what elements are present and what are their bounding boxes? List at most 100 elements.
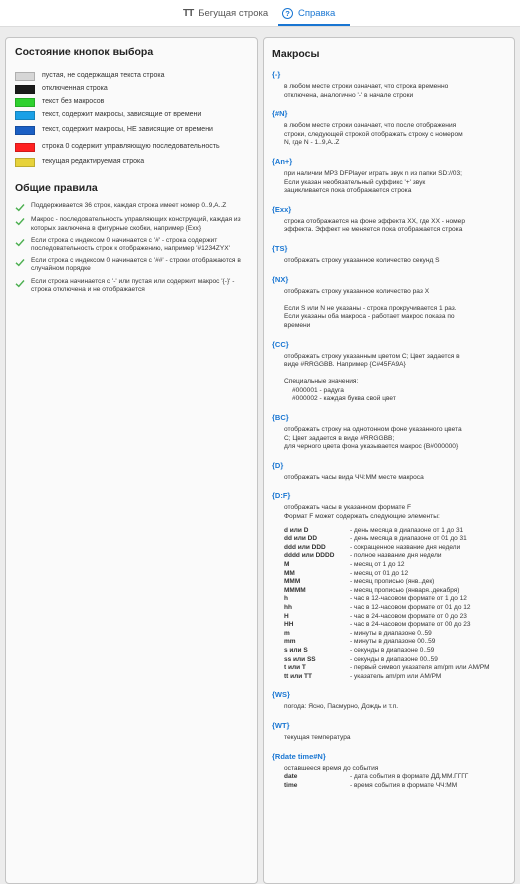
legend-label: текст без макросов: [42, 98, 105, 106]
format-key: dddd или DDDD: [284, 552, 335, 560]
macro-code: {D:F}: [272, 491, 291, 501]
format-key: d или D: [284, 526, 309, 534]
format-key: h: [284, 595, 288, 603]
rule-text: Поддерживается 36 строк, каждая строка и…: [31, 202, 227, 210]
legend-item: текст, содержит макросы, зависящие от вр…: [15, 109, 251, 122]
format-row: d или D - день месяца в диапазоне от 1 до…: [284, 527, 508, 536]
description-line: оставшееся время до события: [284, 764, 379, 772]
macro-item: {#N} в любом месте строки означает, что п…: [272, 109, 508, 148]
button-states-title: Состояние кнопок выбора: [15, 46, 154, 58]
color-swatch: [15, 157, 35, 167]
check-icon: [15, 259, 25, 267]
macro-item: {D:F} отображать часы в указанном формате…: [272, 491, 508, 521]
format-value: - указатель am/pm или AM/PM: [350, 672, 442, 680]
macro-description: отображать строку указанное количество с…: [272, 257, 508, 266]
color-swatch: [15, 110, 35, 120]
format-value: - месяц прописью (янв..дек): [350, 578, 435, 586]
legend-item: текущая редактируемая строка: [15, 156, 251, 169]
help-circle-icon: ?: [282, 7, 293, 19]
description-line: C; Цвет задается в виде #RRGGBB;: [284, 434, 395, 442]
format-row: dddd или DDDD - полное название дня недел…: [284, 552, 508, 561]
color-swatch: [15, 84, 35, 94]
macro-item: {An+} при наличии MP3 DFPlayer играть зву…: [272, 157, 508, 196]
text-format-icon: TT: [183, 7, 194, 19]
format-row: ss или SS - секунды в диапазоне 00..59: [284, 656, 508, 665]
format-value: - минуты в диапазоне 0..59: [350, 629, 432, 637]
rdate-table: date - дата события в формате ДД.ММ.ГГГГ t…: [272, 773, 508, 790]
format-row: ddd или DDD - сокращенное название дня не…: [284, 544, 508, 553]
format-key: date: [284, 773, 298, 781]
macro-code: {Exx}: [272, 204, 292, 214]
description-line: в любом месте строки означает, что после…: [284, 122, 457, 130]
description-line: Формат F может содержать следующие элеме…: [284, 513, 440, 521]
macro-item: {WT} текущая температура: [272, 721, 508, 743]
description-line: отображать строку указанным цветом C; Цв…: [284, 352, 460, 360]
general-rules-title: Общие правила: [15, 182, 98, 195]
macro-item: {TS} отображать строку указанное количест…: [272, 244, 508, 266]
format-value: - месяц от 01 до 12: [350, 569, 409, 577]
format-value: - секунды в диапазоне 0..59: [350, 646, 435, 654]
macro-item: {NX} отображать строку указанное количест…: [272, 275, 508, 331]
check-icon: [15, 218, 25, 226]
rule-item: Макрос - последовательность управляющих …: [15, 216, 251, 232]
format-row: M - месяц от 1 до 12: [284, 561, 508, 570]
format-row: t или T - первый символ указателя am/pm и…: [284, 664, 508, 673]
format-row: MMMM - месяц прописью (января..декабря): [284, 587, 508, 596]
description-line: отключена, аналогично '-' в начале строк…: [284, 91, 414, 99]
macros-panel: Макросы {-} в любом месте строки означает…: [263, 37, 515, 884]
macro-code: {An+}: [272, 156, 293, 166]
check-icon: [15, 279, 25, 288]
macro-description: строка отображается на фоне эффекта XX, …: [272, 218, 508, 235]
description-line: Если указан необязательный суффикс '+' з…: [284, 178, 426, 186]
macro-description: отображать строку указанное количество р…: [272, 288, 508, 331]
format-value: - час в 12-часовом формате от 1 до 12: [350, 595, 467, 603]
macro-code: {Rdate time#N}: [272, 751, 326, 761]
tab-bar: TT Бегущая строка ? Справка: [0, 0, 520, 27]
active-tab-indicator: [278, 24, 350, 26]
macro-code: {CC}: [272, 339, 289, 349]
date-format-table: d или D - день месяца в диапазоне от 1 до…: [272, 527, 508, 682]
macro-description: в любом месте строки означает, что строк…: [272, 83, 508, 100]
format-row: m - минуты в диапазоне 0..59: [284, 630, 508, 639]
tab-marquee[interactable]: TT Бегущая строка: [183, 0, 268, 26]
macro-description: отображать строку указанным цветом C; Цв…: [272, 353, 508, 405]
format-value: - месяц от 1 до 12: [350, 561, 405, 568]
macro-description: отображать часы в указанном формате F Фор…: [272, 504, 508, 521]
tab-help[interactable]: ? Справка: [282, 0, 335, 26]
description-line: времени: [284, 321, 311, 329]
format-value: - час в 12-часовом формате от 01 до 12: [350, 603, 471, 611]
format-value: - секунды в диапазоне 00..59: [350, 655, 438, 663]
description-line: отображать строку на однотонном фоне ука…: [284, 426, 462, 434]
color-swatch: [15, 97, 35, 107]
format-value: - час в 24-часовом формате от 0 до 23: [350, 612, 467, 620]
format-row: time - время события в формате ЧЧ:ММ: [284, 782, 508, 791]
format-key: mm: [284, 638, 296, 646]
legend-item: строка 0 содержит управляющую последоват…: [15, 139, 251, 156]
rule-text: Если строка начинается с '-' или пустая …: [31, 277, 235, 293]
legend-item: текст без макросов: [15, 96, 251, 109]
macros-list: {-} в любом месте строки означает, что ст…: [272, 70, 508, 522]
format-row: HH - час в 24-часовом формате от 00 до 23: [284, 621, 508, 630]
macros-list-extra: {WS} погода: Ясно, Пасмурно, Дождь и т.п.…: [272, 690, 508, 773]
legend-label: строка 0 содержит управляющую последоват…: [42, 142, 220, 150]
format-key: dd или DD: [284, 535, 318, 543]
legend-label: текущая редактируемая строка: [42, 157, 145, 165]
macro-description: при наличии MP3 DFPlayer играть звук n и…: [272, 170, 508, 196]
format-key: HH: [284, 621, 294, 629]
rule-text: Если строка с индексом 0 начинается с '#…: [31, 257, 241, 273]
description-line: Если указаны оба макроса - работает макр…: [284, 313, 455, 321]
format-row: date - дата события в формате ДД.ММ.ГГГГ: [284, 773, 508, 782]
format-row: s или S - секунды в диапазоне 0..59: [284, 647, 508, 656]
format-value: - полное название дня недели: [350, 552, 442, 560]
color-swatch: [15, 142, 35, 152]
macro-code: {NX}: [272, 274, 289, 284]
description-line: отображать строку указанное количество с…: [284, 256, 440, 264]
state-legend: пустая, не содержащая текста строка отклю…: [15, 70, 251, 168]
format-key: hh: [284, 603, 292, 611]
format-key: s или S: [284, 646, 308, 654]
format-key: MMMM: [284, 586, 306, 594]
legend-item: отключенная строка: [15, 83, 251, 96]
color-swatch: [15, 71, 35, 81]
